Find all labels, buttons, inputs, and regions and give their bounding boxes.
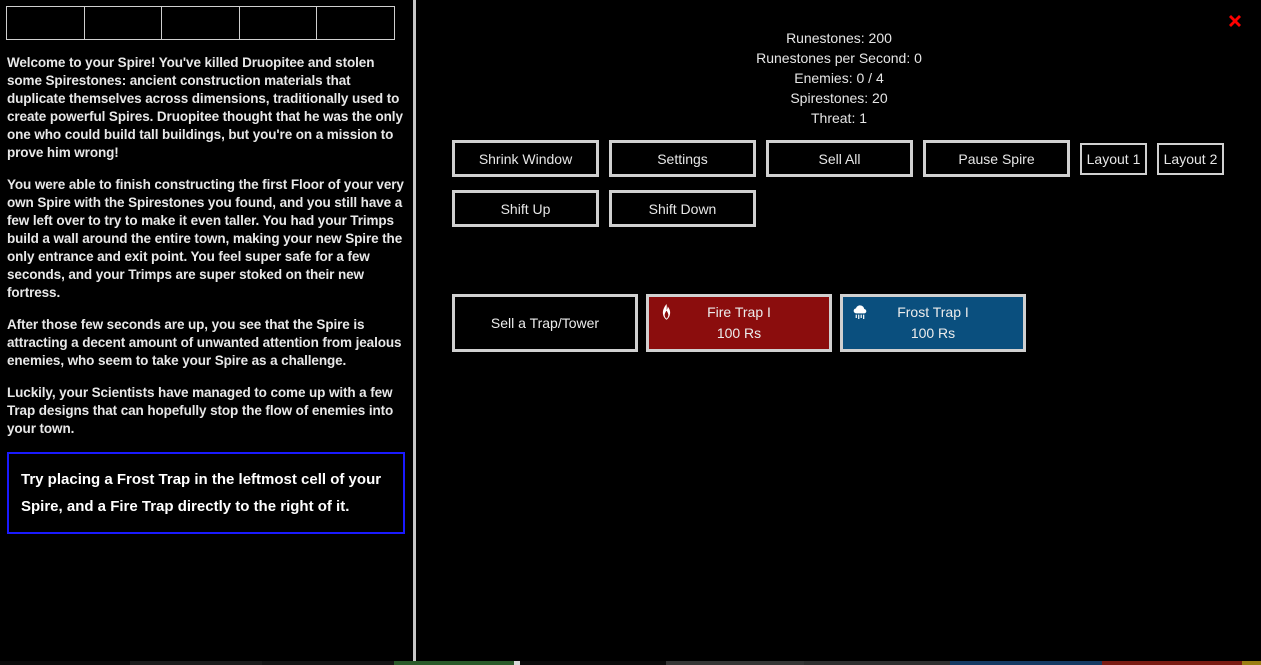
background-ui-strip — [0, 661, 1261, 665]
fire-trap-name: Fire Trap I — [707, 304, 771, 320]
stat-runestones: Runestones: 200 — [786, 30, 892, 46]
background-ui-segment — [0, 661, 130, 665]
story-text: Welcome to your Spire! You've killed Dru… — [7, 54, 405, 438]
stats-panel: Runestones: 200 Runestones per Second: 0… — [417, 0, 1261, 128]
background-ui-segment — [666, 661, 804, 665]
shift-down-button[interactable]: Shift Down — [609, 190, 756, 227]
flame-icon — [657, 303, 675, 321]
pause-spire-button[interactable]: Pause Spire — [923, 140, 1070, 177]
sell-all-button[interactable]: Sell All — [766, 140, 913, 177]
background-ui-segment — [1242, 661, 1261, 665]
spire-cell-4[interactable] — [239, 7, 318, 39]
stat-threat: Threat: 1 — [810, 110, 868, 126]
hint-box: Try placing a Frost Trap in the leftmost… — [7, 452, 405, 534]
spire-grid[interactable] — [6, 6, 395, 40]
spire-cell-3[interactable] — [162, 7, 240, 39]
background-ui-segment — [950, 661, 1102, 665]
spire-cell-2[interactable] — [84, 7, 163, 39]
shrink-window-button[interactable]: Shrink Window — [452, 140, 599, 177]
background-ui-segment — [520, 661, 666, 665]
stat-runestones-per-second: Runestones per Second: 0 — [756, 50, 922, 66]
settings-button[interactable]: Settings — [609, 140, 756, 177]
left-panel: Welcome to your Spire! You've killed Dru… — [0, 0, 412, 661]
spire-cell-1[interactable] — [7, 7, 85, 39]
background-ui-segment — [804, 661, 950, 665]
layout-2-button[interactable]: Layout 2 — [1157, 142, 1224, 175]
snow-cloud-icon — [851, 303, 869, 321]
frost-trap-button[interactable]: Frost Trap I 100 Rs — [840, 294, 1026, 352]
background-ui-segment — [130, 661, 262, 665]
frost-trap-name: Frost Trap I — [897, 304, 969, 320]
fire-trap-cost: 100 Rs — [716, 325, 762, 341]
background-ui-segment — [262, 661, 394, 665]
spire-cell-5[interactable] — [317, 7, 394, 39]
right-panel: Runestones: 200 Runestones per Second: 0… — [417, 0, 1261, 661]
layout-1-button[interactable]: Layout 1 — [1080, 142, 1147, 175]
close-icon[interactable] — [1224, 10, 1246, 32]
sell-trap-tower-button[interactable]: Sell a Trap/Tower — [452, 294, 638, 352]
stat-spirestones: Spirestones: 20 — [790, 90, 888, 106]
story-paragraph-1: Welcome to your Spire! You've killed Dru… — [7, 55, 403, 160]
controls-row-1: Shrink Window Settings Sell All Pause Sp… — [452, 140, 1261, 177]
panel-divider — [413, 0, 416, 661]
shift-up-button[interactable]: Shift Up — [452, 190, 599, 227]
sell-trap-label: Sell a Trap/Tower — [490, 314, 600, 331]
story-paragraph-2: You were able to finish constructing the… — [7, 177, 404, 300]
hint-text: Try placing a Frost Trap in the leftmost… — [21, 471, 382, 515]
background-ui-segment — [394, 661, 514, 665]
controls-row-2: Shift Up Shift Down — [452, 190, 1261, 227]
spire-game-window: Welcome to your Spire! You've killed Dru… — [0, 0, 1261, 665]
frost-trap-cost: 100 Rs — [910, 325, 956, 341]
story-paragraph-4: Luckily, your Scientists have managed to… — [7, 385, 394, 436]
stat-enemies: Enemies: 0 / 4 — [794, 70, 884, 86]
background-ui-segment — [1102, 661, 1242, 665]
story-paragraph-3: After those few seconds are up, you see … — [7, 317, 402, 368]
fire-trap-button[interactable]: Fire Trap I 100 Rs — [646, 294, 832, 352]
trap-shop-row: Sell a Trap/Tower Fire Trap I 100 Rs Fro… — [452, 294, 1261, 352]
